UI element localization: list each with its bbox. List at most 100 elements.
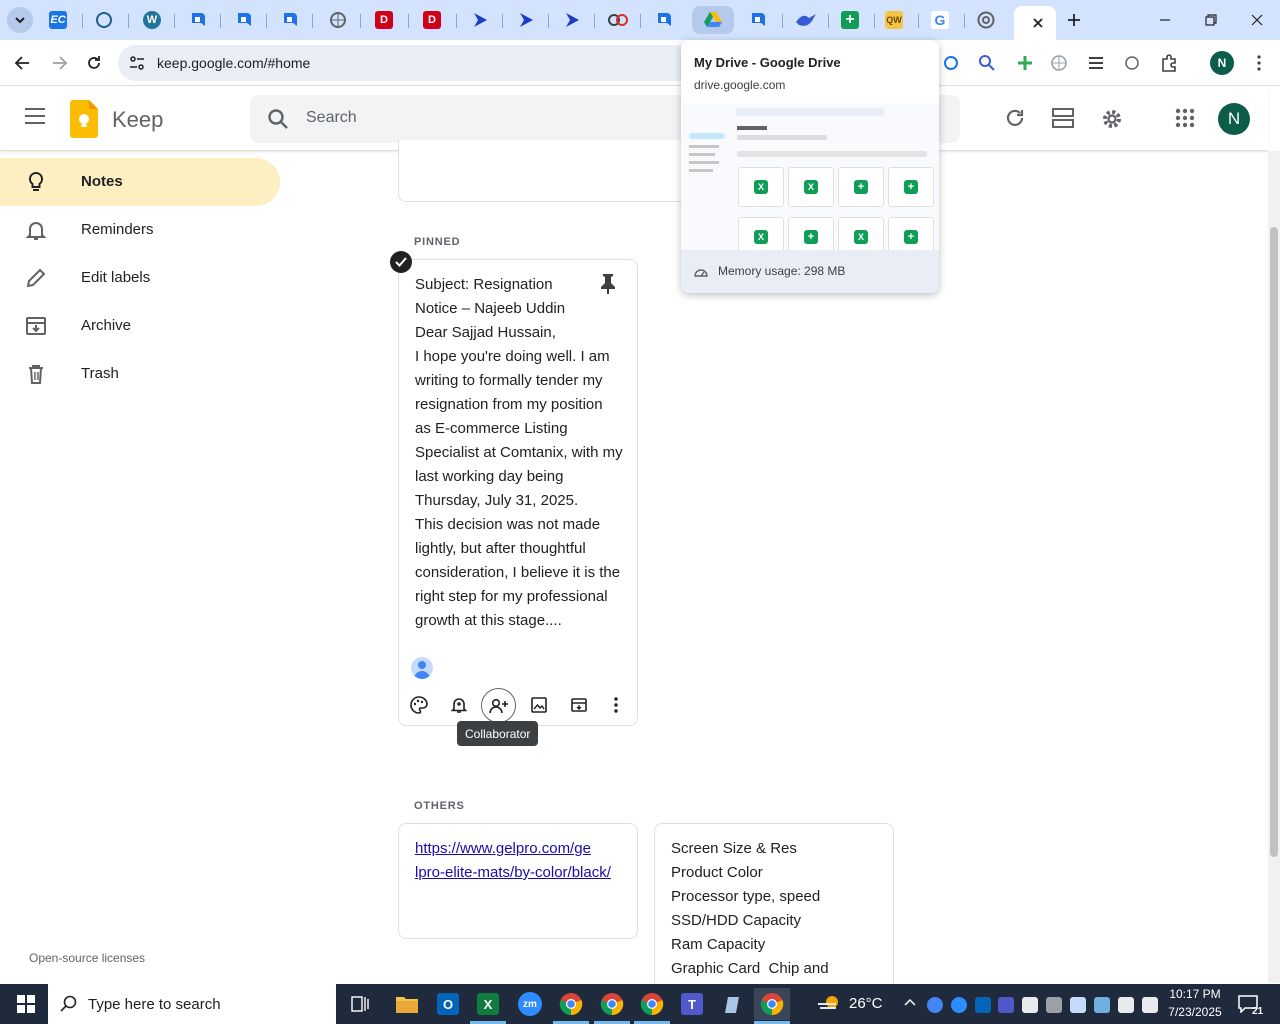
profile-avatar[interactable]: N (1210, 51, 1234, 75)
tray-wifi-icon[interactable] (1118, 997, 1134, 1013)
apps-grid-icon[interactable] (1175, 108, 1195, 128)
take-note-box[interactable] (398, 140, 686, 202)
tab-bird[interactable] (784, 6, 828, 34)
chrome-profile-2-icon[interactable] (594, 988, 630, 1020)
tab-chat-2[interactable] (222, 6, 266, 34)
pinned-note-card[interactable]: Subject: Resignation Notice – Najeeb Udd… (398, 259, 638, 726)
forward-button[interactable] (45, 48, 75, 78)
select-note-checkmark-icon[interactable] (390, 251, 412, 273)
pin-icon[interactable] (599, 273, 617, 295)
tray-outlook-icon[interactable] (975, 997, 991, 1013)
show-hidden-icons-chevron-icon[interactable] (904, 998, 916, 1006)
note-card-link[interactable]: https://www.gelpro.com/ge lpro-elite-mat… (398, 823, 638, 939)
tab-c[interactable] (82, 6, 126, 34)
tab-chat-5[interactable] (736, 6, 780, 34)
clock-date[interactable]: 7/23/2025 (1164, 1005, 1226, 1019)
new-tab-button[interactable] (1054, 6, 1094, 34)
tab-chat-4[interactable] (642, 6, 686, 34)
reload-button[interactable] (79, 48, 109, 78)
tab-wordpress[interactable]: W (130, 6, 174, 34)
excel-icon[interactable]: X (470, 988, 506, 1020)
page-scrollbar[interactable] (1268, 151, 1280, 983)
extensions-puzzle-icon[interactable] (1158, 52, 1180, 74)
tab-chrome-web-store[interactable] (964, 6, 1008, 34)
tray-display-icon[interactable] (1094, 997, 1110, 1013)
tray-chrome-icon[interactable] (927, 997, 943, 1013)
tab-search-menu[interactable] (2, 6, 38, 34)
clock-time[interactable]: 10:17 PM (1164, 987, 1226, 1001)
add-image-icon[interactable] (528, 694, 550, 716)
browser-menu-icon[interactable] (1248, 52, 1270, 74)
background-options-palette-icon[interactable] (408, 694, 430, 716)
minimize-button[interactable] (1142, 0, 1188, 40)
tab-daraz-2[interactable]: D (410, 6, 454, 34)
back-button[interactable] (7, 48, 37, 78)
remind-me-bell-icon[interactable] (448, 694, 470, 716)
collaborator-avatar[interactable] (411, 657, 433, 679)
tray-network-icon[interactable] (1046, 997, 1062, 1013)
tab-daraz-1[interactable]: D (362, 6, 406, 34)
main-menu-icon[interactable] (24, 107, 46, 125)
archive-note-icon[interactable] (568, 694, 590, 716)
sidebar-item-archive[interactable]: Archive (0, 302, 280, 350)
zoom-icon[interactable] (976, 52, 998, 74)
extension-plus-icon[interactable] (1014, 52, 1036, 74)
sidebar-item-edit-labels[interactable]: Edit labels (0, 254, 280, 302)
file-explorer-icon[interactable] (389, 988, 425, 1020)
chrome-active-window-icon[interactable] (754, 988, 790, 1020)
pen-app-icon[interactable] (714, 988, 750, 1020)
chrome-profile-3-icon[interactable] (634, 988, 670, 1020)
tab-arrow-1[interactable] (458, 6, 502, 34)
tab-collab[interactable] (596, 6, 640, 34)
tab-chat-1[interactable] (176, 6, 220, 34)
app-name[interactable]: Keep (112, 107, 163, 133)
tab-google-drive[interactable] (692, 6, 734, 34)
task-view-icon[interactable] (342, 988, 378, 1020)
weather-temperature[interactable]: 26°C (849, 995, 883, 1012)
tab-arrow-2[interactable] (504, 6, 548, 34)
extension-menu-icon[interactable] (1085, 52, 1107, 74)
teams-icon[interactable]: T (674, 988, 710, 1020)
account-avatar[interactable]: N (1218, 103, 1250, 135)
search-icon[interactable] (267, 108, 289, 130)
list-view-icon[interactable] (1052, 107, 1074, 129)
tray-app-icon[interactable] (1022, 997, 1038, 1013)
weather-icon[interactable] (816, 994, 842, 1014)
start-button[interactable] (6, 988, 46, 1020)
scrollbar-thumb[interactable] (1270, 227, 1278, 857)
tab-google-keep-active[interactable] (1014, 6, 1056, 40)
tray-zoom-icon[interactable] (951, 997, 967, 1013)
search-input[interactable]: Search (306, 109, 357, 127)
tray-teams-icon[interactable] (998, 997, 1014, 1013)
tab-sheets-plus[interactable]: + (828, 6, 872, 34)
tray-v-icon[interactable] (1070, 997, 1086, 1013)
sidebar-item-trash[interactable]: Trash (0, 350, 280, 398)
restore-button[interactable] (1188, 0, 1234, 40)
tab-globe[interactable] (316, 6, 360, 34)
keep-logo-icon[interactable] (70, 100, 98, 138)
refresh-icon[interactable] (1004, 107, 1026, 129)
tab-chat-3[interactable] (268, 6, 312, 34)
sidebar-item-notes[interactable]: Notes (0, 158, 280, 206)
note-link-text[interactable]: https://www.gelpro.com/ge lpro-elite-mat… (415, 837, 629, 885)
collaborator-button[interactable] (481, 688, 516, 723)
close-icon[interactable] (1032, 17, 1044, 29)
close-window-button[interactable] (1234, 0, 1280, 40)
chrome-icon[interactable] (553, 988, 589, 1020)
tab-google[interactable]: G (918, 6, 962, 34)
tab-ec[interactable]: EC (36, 6, 80, 34)
settings-gear-icon[interactable] (1100, 107, 1124, 131)
taskbar-search-box[interactable]: Type here to search (48, 984, 336, 1024)
tab-arrow-3[interactable] (550, 6, 594, 34)
zoom-app-icon[interactable]: zm (512, 988, 548, 1020)
extension-globe-icon[interactable] (1048, 52, 1070, 74)
open-source-licenses-link[interactable]: Open-source licenses (29, 951, 145, 965)
taskbar-search-input[interactable]: Type here to search (88, 996, 221, 1013)
outlook-icon[interactable]: O (430, 988, 466, 1020)
sidebar-item-reminders[interactable]: Reminders (0, 206, 280, 254)
tray-volume-icon[interactable] (1142, 997, 1158, 1013)
note-card-specs[interactable]: Screen Size & Res Product Color Processo… (654, 823, 894, 993)
site-settings-icon[interactable] (128, 54, 146, 72)
extension-circle-icon[interactable] (940, 52, 962, 74)
extension-ring-icon[interactable] (1121, 52, 1143, 74)
